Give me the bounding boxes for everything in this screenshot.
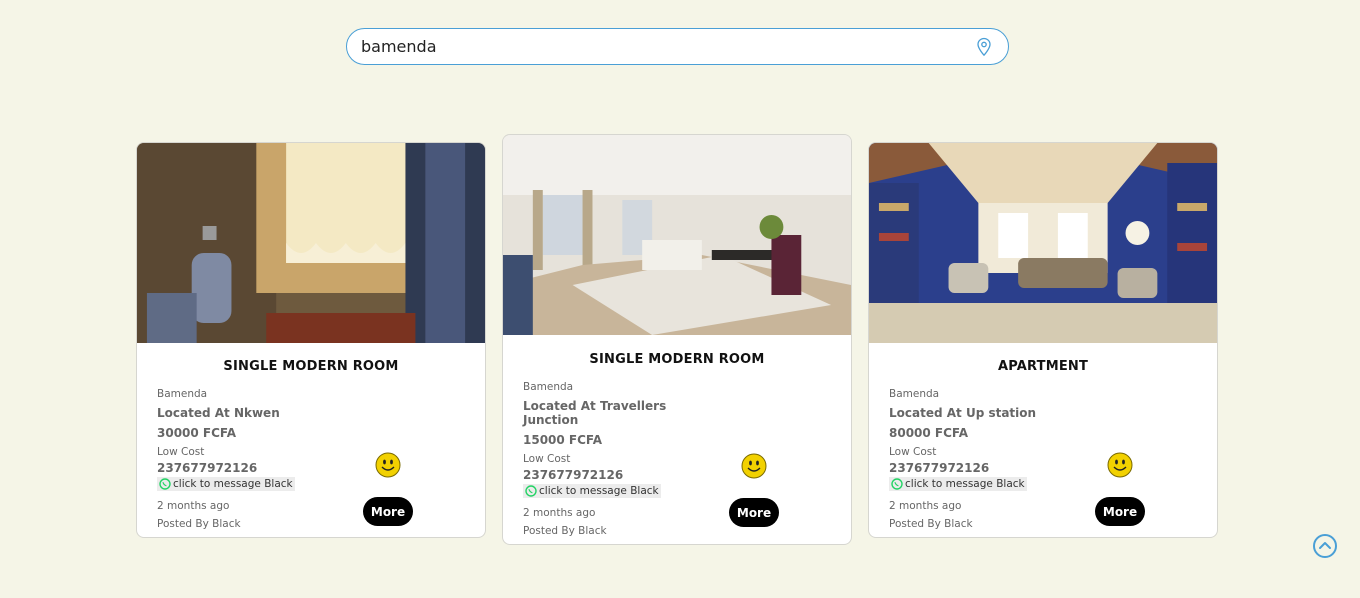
message-label: click to message Black — [539, 485, 659, 497]
whatsapp-message-link[interactable]: click to message Black — [523, 484, 661, 498]
posted-by: Posted By Black — [523, 525, 607, 537]
message-label: click to message Black — [173, 478, 293, 490]
listing-phone: 237677972126 — [157, 461, 258, 475]
listing-title: APARTMENT — [997, 359, 1089, 374]
cost-label: Low Cost — [157, 446, 205, 458]
listing-card: SINGLE MODERN ROOM Bamenda Located At Tr… — [502, 134, 852, 545]
location-pin-icon[interactable] — [974, 36, 994, 58]
smiley-icon — [375, 452, 401, 478]
more-button[interactable]: More — [729, 498, 779, 527]
search-bar[interactable] — [346, 28, 1009, 65]
whatsapp-message-link[interactable]: click to message Black — [157, 477, 295, 491]
listing-phone: 237677972126 — [523, 468, 624, 482]
more-button[interactable]: More — [1095, 497, 1145, 526]
listing-price: 30000 FCFA — [157, 426, 237, 440]
more-button[interactable]: More — [363, 497, 413, 526]
listing-price: 80000 FCFA — [889, 426, 969, 440]
whatsapp-icon — [525, 485, 537, 497]
posted-by: Posted By Black — [889, 518, 973, 530]
listing-card: APARTMENT Bamenda Located At Up station … — [868, 142, 1218, 538]
posted-time: 2 months ago — [157, 500, 230, 512]
posted-by: Posted By Black — [157, 518, 241, 530]
listing-city: Bamenda — [889, 388, 940, 400]
search-input[interactable] — [361, 37, 974, 56]
whatsapp-message-link[interactable]: click to message Black — [889, 477, 1027, 491]
room-photo — [137, 143, 485, 343]
listing-phone: 237677972126 — [889, 461, 990, 475]
listing-card: SINGLE MODERN ROOM Bamenda Located At Nk… — [136, 142, 486, 538]
listing-location: Located At Travellers Junction — [523, 399, 667, 427]
room-photo — [869, 143, 1217, 343]
message-label: click to message Black — [905, 478, 1025, 490]
cost-label: Low Cost — [523, 453, 571, 465]
cost-label: Low Cost — [889, 446, 937, 458]
listing-price: 15000 FCFA — [523, 433, 603, 447]
whatsapp-icon — [891, 478, 903, 490]
whatsapp-icon — [159, 478, 171, 490]
listing-location: Located At Nkwen — [157, 406, 280, 420]
listing-city: Bamenda — [523, 381, 574, 393]
listing-location: Located At Up station — [889, 406, 1037, 420]
smiley-icon — [741, 453, 767, 479]
room-photo — [503, 135, 851, 335]
listing-title: SINGLE MODERN ROOM — [223, 359, 399, 374]
smiley-icon — [1107, 452, 1133, 478]
posted-time: 2 months ago — [523, 507, 596, 519]
posted-time: 2 months ago — [889, 500, 962, 512]
listing-city: Bamenda — [157, 388, 208, 400]
scroll-to-top-icon[interactable] — [1313, 534, 1337, 558]
listing-title: SINGLE MODERN ROOM — [589, 352, 765, 367]
